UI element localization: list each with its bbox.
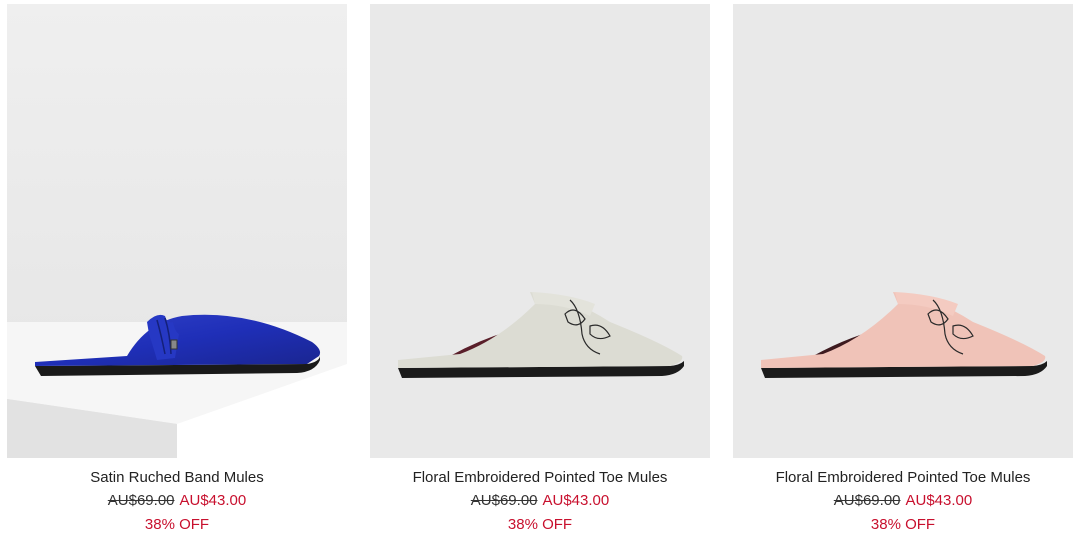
sale-price: AU$43.00 bbox=[179, 492, 247, 509]
sale-price: AU$43.00 bbox=[905, 492, 973, 509]
grey-floral-mule-photo bbox=[370, 4, 710, 458]
product-image[interactable] bbox=[7, 4, 347, 458]
discount-label: 38% OFF bbox=[144, 516, 210, 533]
product-grid: Satin Ruched Band Mules AU$69.00 AU$43.00… bbox=[7, 4, 1073, 535]
blue-satin-mule-photo bbox=[7, 4, 347, 458]
original-price: AU$69.00 bbox=[470, 492, 538, 509]
product-image[interactable] bbox=[370, 4, 710, 458]
price-row: AU$69.00 AU$43.00 bbox=[834, 491, 972, 511]
price-row: AU$69.00 AU$43.00 bbox=[108, 491, 246, 511]
discount-label: 38% OFF bbox=[870, 516, 936, 533]
discount-label: 38% OFF bbox=[507, 516, 573, 533]
original-price: AU$69.00 bbox=[833, 492, 901, 509]
product-name[interactable]: Floral Embroidered Pointed Toe Mules bbox=[776, 468, 1031, 488]
sale-price: AU$43.00 bbox=[542, 492, 610, 509]
original-price: AU$69.00 bbox=[107, 492, 175, 509]
product-card[interactable]: Floral Embroidered Pointed Toe Mules AU$… bbox=[370, 4, 710, 535]
product-card[interactable]: Satin Ruched Band Mules AU$69.00 AU$43.00… bbox=[7, 4, 347, 535]
product-image[interactable] bbox=[733, 4, 1073, 458]
pink-floral-mule-photo bbox=[733, 4, 1073, 458]
product-card[interactable]: Floral Embroidered Pointed Toe Mules AU$… bbox=[733, 4, 1073, 535]
price-row: AU$69.00 AU$43.00 bbox=[471, 491, 609, 511]
product-name[interactable]: Floral Embroidered Pointed Toe Mules bbox=[413, 468, 668, 488]
product-name[interactable]: Satin Ruched Band Mules bbox=[90, 468, 263, 488]
